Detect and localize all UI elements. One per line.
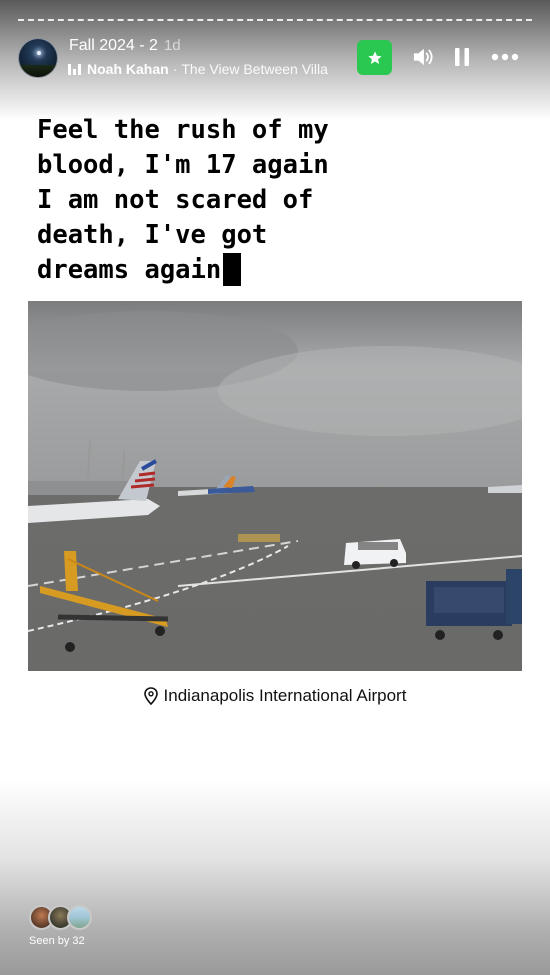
- story-photo: [28, 301, 522, 671]
- story-time: 1d: [163, 37, 181, 54]
- text-cursor: [223, 253, 242, 286]
- speaker-icon: [413, 48, 433, 66]
- airport-tarmac-photo: [28, 301, 522, 671]
- story-title-row[interactable]: Fall 2024 - 2 1d: [69, 37, 181, 55]
- lyrics-text: Feel the rush of my blood, I'm 17 again …: [37, 113, 517, 288]
- viewer-avatars[interactable]: [29, 905, 99, 931]
- profile-avatar[interactable]: [18, 38, 58, 78]
- music-separator: ·: [172, 61, 178, 77]
- location-pin-icon: [143, 687, 158, 705]
- music-artist: Noah Kahan: [87, 61, 169, 77]
- seen-by-count[interactable]: Seen by 32: [29, 935, 85, 947]
- pause-icon: [455, 48, 469, 66]
- story-header: Fall 2024 - 2 1d Noah Kahan · The View Be…: [18, 36, 534, 80]
- sound-button[interactable]: [410, 44, 436, 70]
- music-song: The View Between Villa: [181, 61, 328, 77]
- location-name: Indianapolis International Airport: [163, 686, 407, 705]
- music-bars-icon: [68, 63, 81, 75]
- location-tag[interactable]: Indianapolis International Airport: [0, 686, 550, 706]
- pause-button[interactable]: [451, 44, 473, 70]
- more-options-button[interactable]: [488, 44, 522, 70]
- viewer-avatar: [67, 905, 92, 930]
- story-progress-bar: [18, 19, 532, 21]
- star-icon: [367, 50, 382, 64]
- story-title: Fall 2024 - 2: [69, 37, 158, 54]
- favorite-button[interactable]: [357, 40, 392, 75]
- lyrics-content: Feel the rush of my blood, I'm 17 again …: [37, 115, 329, 285]
- more-dots-icon: [491, 53, 519, 61]
- music-info[interactable]: Noah Kahan · The View Between Villa: [68, 61, 328, 77]
